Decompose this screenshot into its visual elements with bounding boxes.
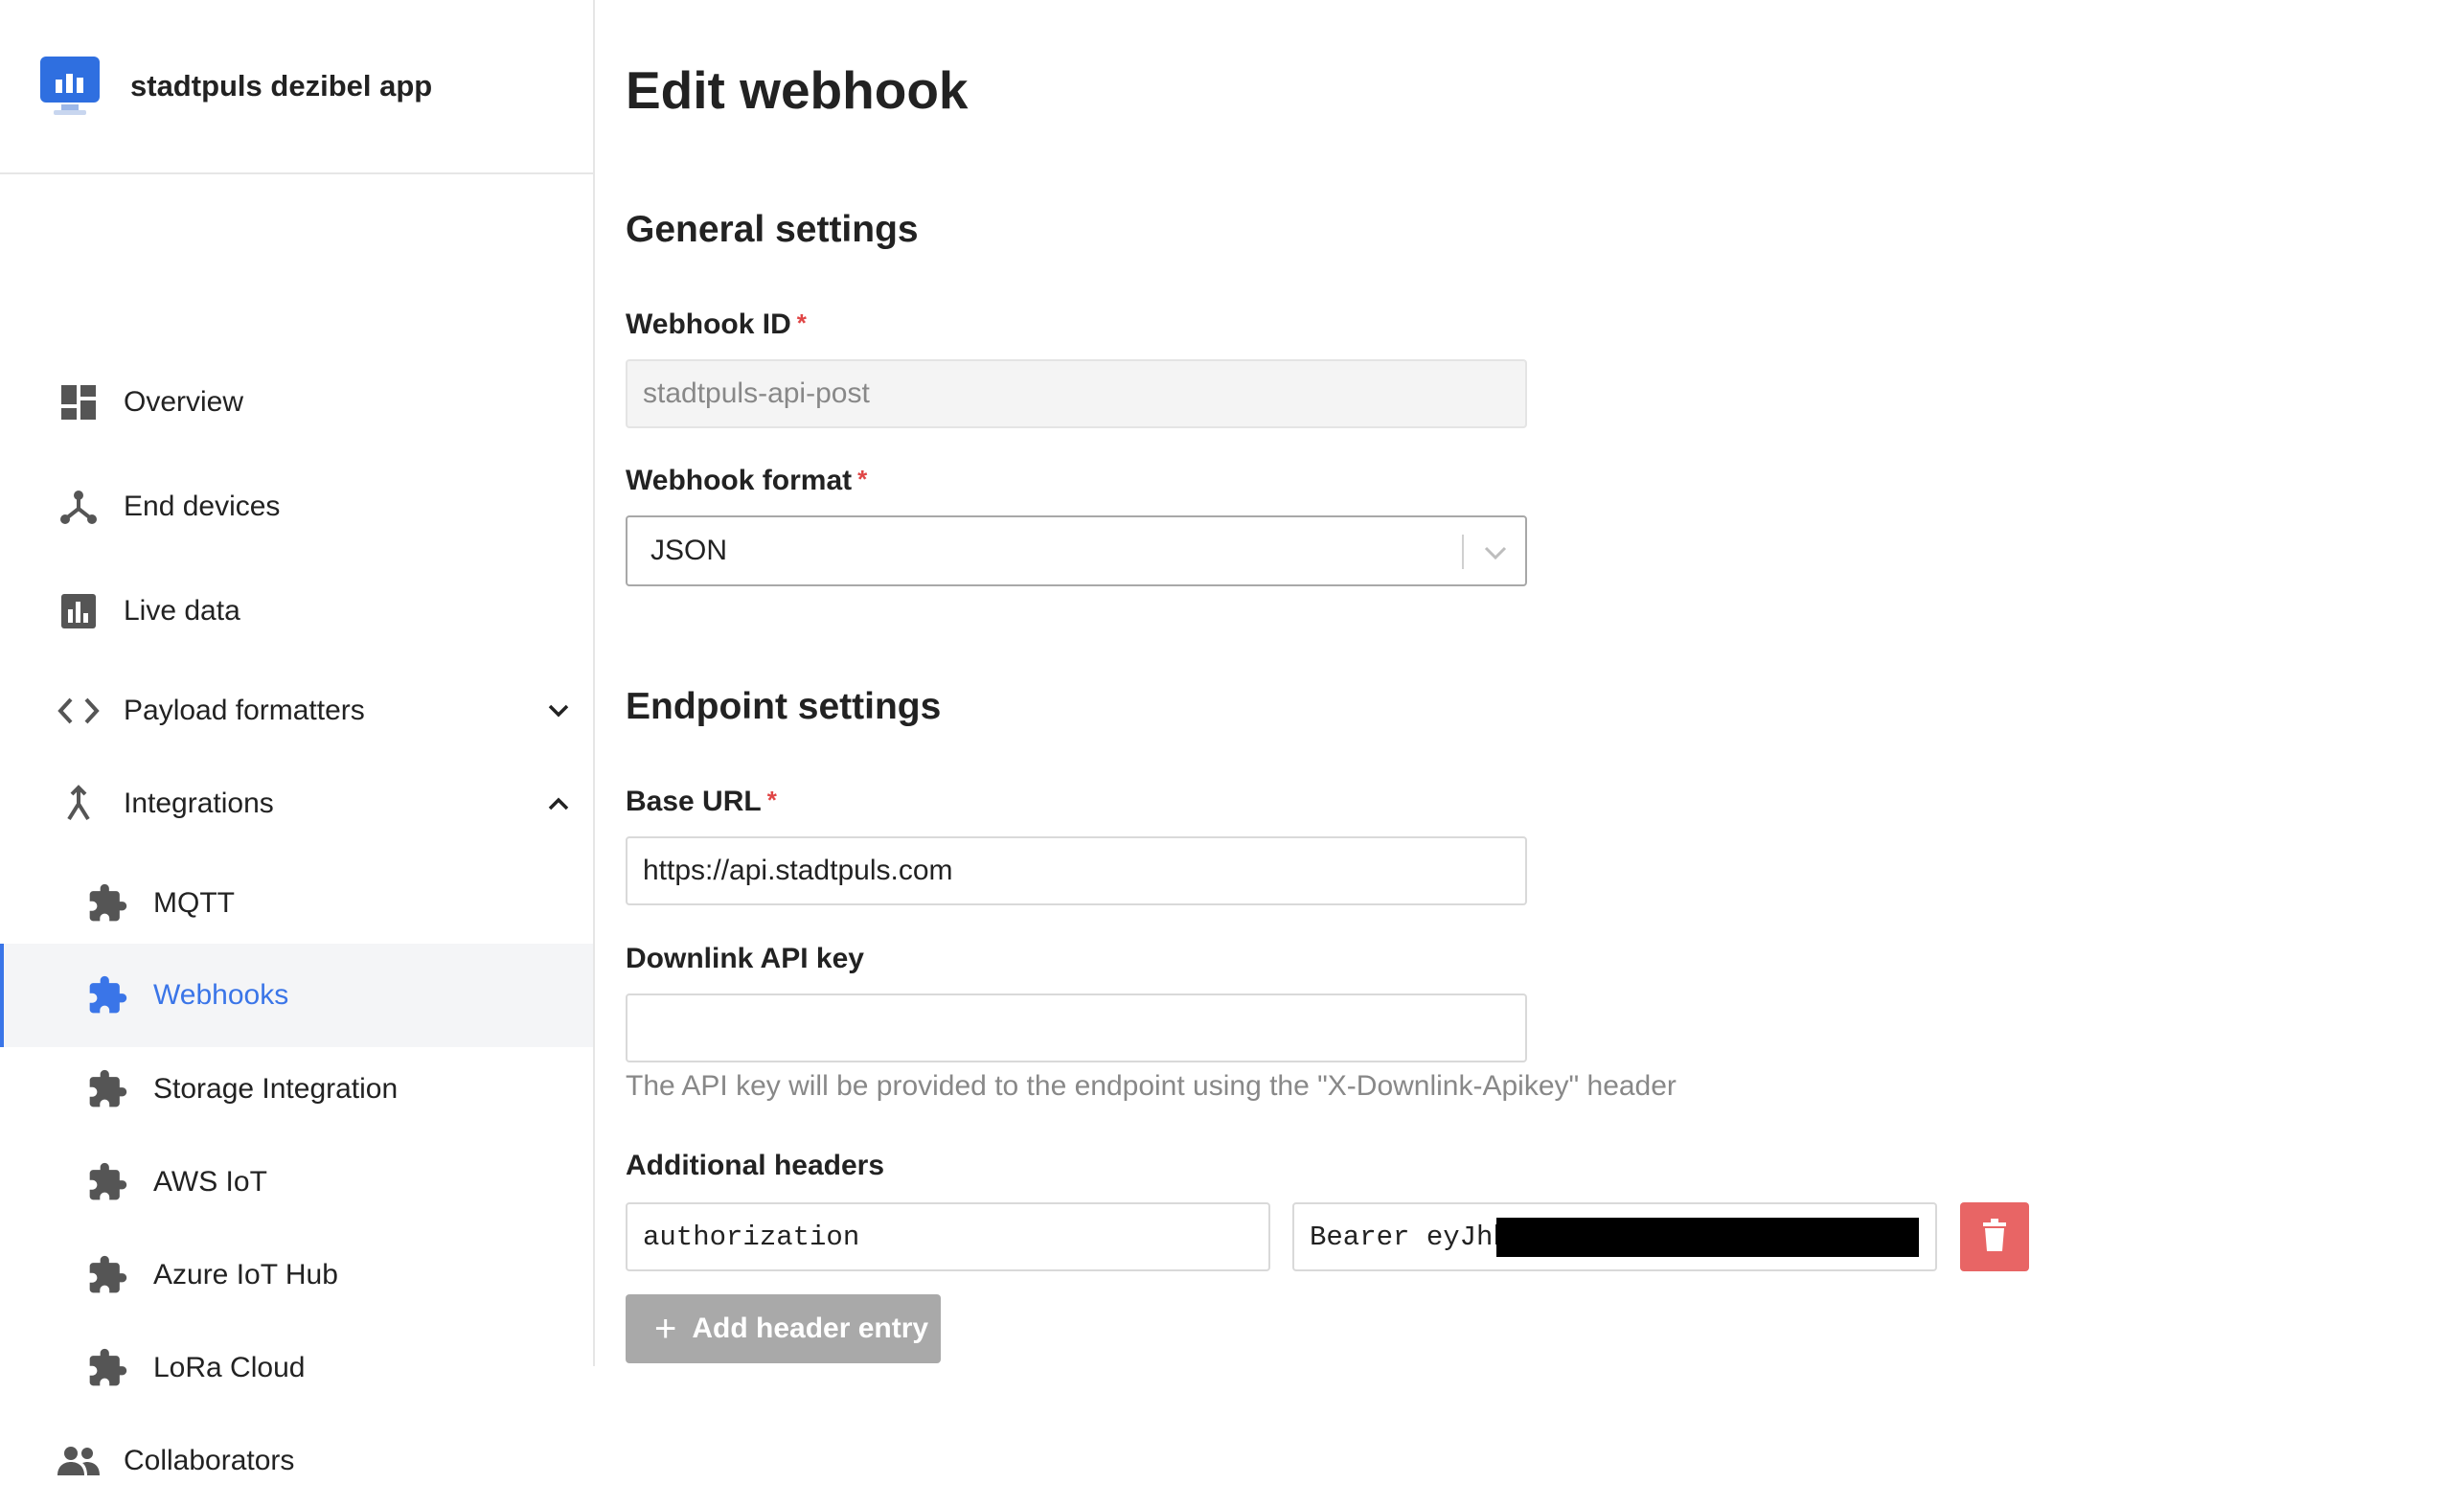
puzzle-icon xyxy=(84,972,130,1018)
sidebar-item-label: End devices xyxy=(124,491,281,522)
downlink-api-key-input[interactable] xyxy=(626,993,1527,1062)
sidebar: stadtpuls dezibel app Overview End devic… xyxy=(0,0,595,1476)
main-content: Edit webhook General settings Webhook ID… xyxy=(626,0,2446,1366)
chevron-up-icon[interactable] xyxy=(544,789,573,818)
chevron-down-icon[interactable] xyxy=(1479,537,1512,569)
puzzle-icon xyxy=(84,1159,130,1205)
monitor-chart-icon[interactable] xyxy=(38,55,102,118)
header-key-value: authorization xyxy=(643,1221,860,1253)
sidebar-item-integrations[interactable]: Integrations xyxy=(0,758,593,850)
sidebar-item-end-devices[interactable]: End devices xyxy=(0,461,593,553)
sidebar-item-label: MQTT xyxy=(153,887,235,919)
field-label-text: Webhook format xyxy=(626,465,853,496)
sidebar-item-webhooks[interactable]: Webhooks xyxy=(0,944,593,1047)
add-header-entry-label: Add header entry xyxy=(692,1313,929,1344)
field-label-text: Downlink API key xyxy=(626,943,864,974)
field-label-text: Webhook ID xyxy=(626,308,791,340)
sidebar-item-lora-cloud[interactable]: LoRa Cloud xyxy=(0,1322,593,1414)
sidebar-item-label: Collaborators xyxy=(124,1445,295,1476)
webhook-id-field[interactable]: stadtpuls-api-post xyxy=(626,359,1527,428)
sidebar-item-label: Storage Integration xyxy=(153,1073,399,1105)
sidebar-item-collaborators[interactable]: Collaborators xyxy=(0,1415,593,1507)
people-icon xyxy=(56,1438,102,1484)
webhook-id-label: Webhook ID * xyxy=(626,308,807,341)
sidebar-item-label: Integrations xyxy=(124,788,274,819)
base-url-value: https://api.stadtpuls.com xyxy=(643,855,953,886)
sidebar-item-storage-integration[interactable]: Storage Integration xyxy=(0,1043,593,1135)
sidebar-item-label: Overview xyxy=(124,386,244,418)
webhook-format-value: JSON xyxy=(650,535,728,566)
merge-icon xyxy=(56,781,102,827)
sidebar-item-live-data[interactable]: Live data xyxy=(0,565,593,657)
additional-headers-label: Additional headers xyxy=(626,1150,884,1182)
sidebar-item-label: AWS IoT xyxy=(153,1166,267,1198)
app-header: stadtpuls dezibel app xyxy=(0,0,593,174)
puzzle-icon xyxy=(84,1345,130,1391)
sidebar-item-aws-iot[interactable]: AWS IoT xyxy=(0,1136,593,1228)
devices-icon xyxy=(56,484,102,530)
webhook-format-select[interactable]: JSON xyxy=(626,515,1527,586)
sidebar-item-mqtt[interactable]: MQTT xyxy=(0,857,593,949)
chevron-down-icon[interactable] xyxy=(544,696,573,725)
dashboard-icon xyxy=(56,379,102,425)
required-mark: * xyxy=(857,465,868,493)
sidebar-item-label: Azure IoT Hub xyxy=(153,1259,338,1290)
select-separator xyxy=(1462,535,1464,569)
required-mark: * xyxy=(796,308,807,337)
webhook-format-label: Webhook format * xyxy=(626,465,867,497)
sidebar-item-label: Live data xyxy=(124,595,240,627)
delete-header-button[interactable] xyxy=(1960,1202,2029,1271)
sidebar-item-payload-formatters[interactable]: Payload formatters xyxy=(0,665,593,757)
sidebar-item-label: Webhooks xyxy=(153,979,289,1011)
header-value-value: Bearer eyJhb xyxy=(1310,1221,1510,1253)
sidebar-item-label: LoRa Cloud xyxy=(153,1352,306,1383)
base-url-label: Base URL * xyxy=(626,786,777,818)
sidebar-item-overview[interactable]: Overview xyxy=(0,356,593,448)
app-name[interactable]: stadtpuls dezibel app xyxy=(130,69,432,103)
puzzle-icon xyxy=(84,1066,130,1112)
page-title: Edit webhook xyxy=(626,60,969,120)
field-label-text: Additional headers xyxy=(626,1150,885,1181)
base-url-input[interactable]: https://api.stadtpuls.com xyxy=(626,836,1527,905)
field-label-text: Base URL xyxy=(626,786,762,817)
bar-chart-icon xyxy=(56,588,102,634)
downlink-api-key-label: Downlink API key xyxy=(626,943,864,975)
sidebar-item-label: Payload formatters xyxy=(124,695,365,726)
trash-icon xyxy=(1981,1218,2008,1256)
section-title-endpoint: Endpoint settings xyxy=(626,686,942,727)
section-title-general: General settings xyxy=(626,209,919,250)
add-header-entry-button[interactable]: + Add header entry xyxy=(626,1294,941,1363)
required-mark: * xyxy=(766,786,777,814)
puzzle-icon xyxy=(84,880,130,926)
plus-icon: + xyxy=(654,1308,677,1350)
sidebar-item-azure-iot-hub[interactable]: Azure IoT Hub xyxy=(0,1229,593,1321)
redaction-box xyxy=(1496,1218,1919,1257)
code-icon xyxy=(56,688,102,734)
downlink-api-key-description: The API key will be provided to the endp… xyxy=(626,1070,1677,1102)
header-key-input[interactable]: authorization xyxy=(626,1202,1270,1271)
puzzle-icon xyxy=(84,1252,130,1298)
webhook-id-value: stadtpuls-api-post xyxy=(643,377,870,409)
